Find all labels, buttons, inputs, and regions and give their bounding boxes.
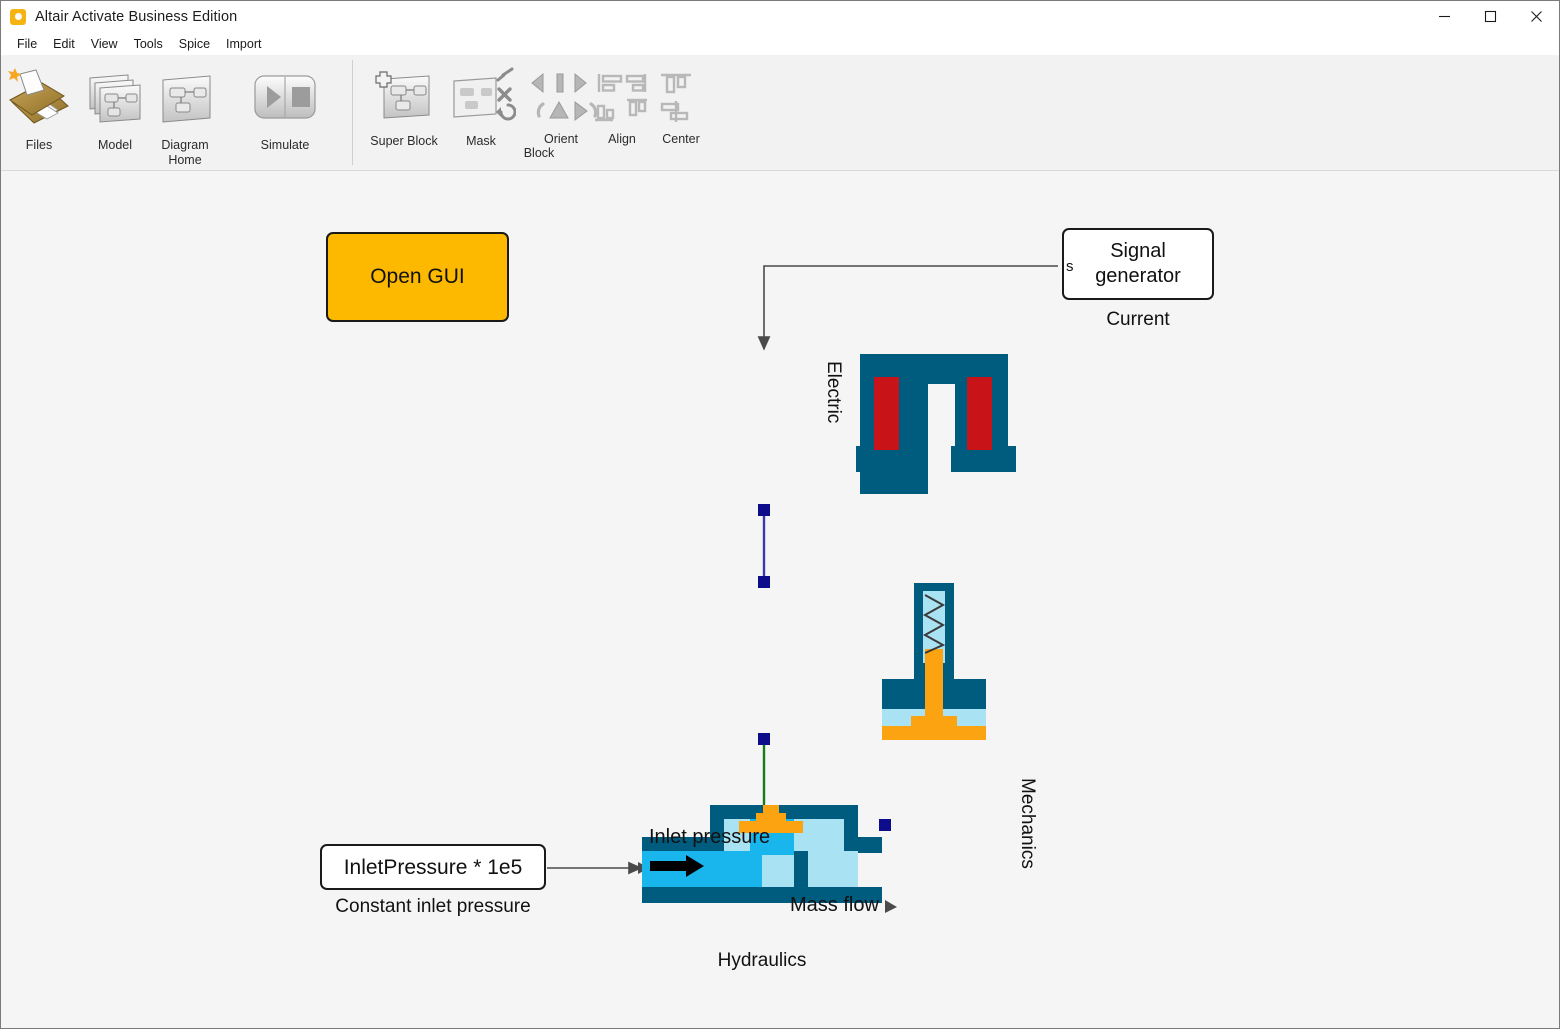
close-button[interactable] xyxy=(1513,1,1559,32)
ribbon-button-simulate[interactable]: Simulate xyxy=(249,63,321,152)
mechanics-caption: Mechanics xyxy=(1017,778,1038,869)
files-icon xyxy=(3,63,75,135)
ribbon-label-super-block: Super Block xyxy=(370,134,438,148)
menu-item-file[interactable]: File xyxy=(9,35,45,53)
mechanics-output-port[interactable] xyxy=(758,733,770,745)
ribbon-group-label-block: Block xyxy=(523,146,555,160)
maximize-button[interactable] xyxy=(1467,1,1513,32)
title-bar: Altair Activate Business Edition xyxy=(1,1,1559,32)
hydraulics-caption: Hydraulics xyxy=(717,950,807,971)
ribbon-button-super-block[interactable]: Super Block xyxy=(366,65,442,148)
ribbon-button-center[interactable]: Center xyxy=(649,67,713,146)
hydraulics-outlet-label: Mass flow xyxy=(790,894,879,916)
center-icon xyxy=(649,67,713,129)
electric-caption: Electric xyxy=(823,361,844,424)
app-window: Altair Activate Business Edition File Ed… xyxy=(0,0,1560,1029)
hydraulics-inlet-label: Inlet pressure xyxy=(649,826,771,848)
signal-generator-port-label: s xyxy=(1066,258,1074,275)
super-block-icon xyxy=(366,65,442,131)
open-gui-block[interactable]: Open GUI xyxy=(326,232,509,322)
signal-generator-label-line2: generator xyxy=(1095,265,1181,287)
ribbon-button-files[interactable]: Files xyxy=(3,63,75,152)
ribbon-toolbar: Files Model Diagram Home Simulate Super … xyxy=(1,55,1559,171)
constant-inlet-pressure-value: InletPressure * 1e5 xyxy=(343,855,523,879)
ribbon-label-files: Files xyxy=(25,138,53,152)
simulate-icon xyxy=(249,63,321,135)
ribbon-button-align[interactable]: Align xyxy=(590,67,654,146)
mechanics-input-port[interactable] xyxy=(758,576,770,588)
ribbon-label-orient: Orient xyxy=(543,132,579,146)
electric-block[interactable] xyxy=(856,354,1016,494)
ribbon-label-model: Model xyxy=(97,138,133,152)
open-gui-label: Open GUI xyxy=(370,265,465,288)
ribbon-button-mask[interactable]: Mask xyxy=(446,65,516,148)
hydraulics-output-port-arrow xyxy=(885,900,897,913)
menu-item-view[interactable]: View xyxy=(83,35,126,53)
menu-item-tools[interactable]: Tools xyxy=(126,35,171,53)
ribbon-button-diagram-home[interactable]: Diagram Home xyxy=(149,63,221,168)
signal-generator-caption: Current xyxy=(1106,309,1170,330)
menu-bar: File Edit View Tools Spice Import xyxy=(1,32,1559,55)
diagram-home-icon xyxy=(149,63,221,135)
menu-item-import[interactable]: Import xyxy=(218,35,269,53)
align-icon xyxy=(590,67,654,129)
ribbon-separator xyxy=(352,60,353,165)
mask-icon xyxy=(446,65,516,131)
ribbon-button-model[interactable]: Model xyxy=(79,63,151,152)
ribbon-label-align: Align xyxy=(608,132,636,146)
hydraulics-mechanical-port[interactable] xyxy=(879,819,891,831)
hydraulics-block[interactable] xyxy=(642,799,882,903)
mechanics-block[interactable] xyxy=(882,583,986,740)
constant-inlet-pressure-block[interactable]: InletPressure * 1e5 xyxy=(320,844,546,890)
ribbon-label-simulate: Simulate xyxy=(260,138,310,152)
ribbon-label-diagram: Diagram xyxy=(161,138,209,152)
app-logo-icon xyxy=(10,8,26,25)
minimize-button[interactable] xyxy=(1421,1,1467,32)
signal-generator-label-line1: Signal xyxy=(1110,240,1166,262)
diagram-canvas[interactable]: Open GUI Signal generator s Current Elec… xyxy=(1,171,1559,1028)
ribbon-label-home: Home xyxy=(168,153,202,167)
orient-icon xyxy=(523,67,599,129)
electric-output-port[interactable] xyxy=(758,504,770,516)
model-icon xyxy=(79,63,151,135)
ribbon-label-center: Center xyxy=(662,132,700,146)
ribbon-button-orient[interactable]: Orient xyxy=(523,67,599,146)
window-title: Altair Activate Business Edition xyxy=(35,8,238,25)
menu-item-edit[interactable]: Edit xyxy=(45,35,83,53)
ribbon-label-diagram-home: Diagram Home xyxy=(149,138,221,168)
menu-item-spice[interactable]: Spice xyxy=(171,35,218,53)
wire-signal-to-electric xyxy=(757,265,1058,351)
signal-generator-block[interactable]: Signal generator xyxy=(1062,228,1214,300)
constant-inlet-pressure-caption: Constant inlet pressure xyxy=(335,896,531,917)
window-controls xyxy=(1421,1,1559,32)
